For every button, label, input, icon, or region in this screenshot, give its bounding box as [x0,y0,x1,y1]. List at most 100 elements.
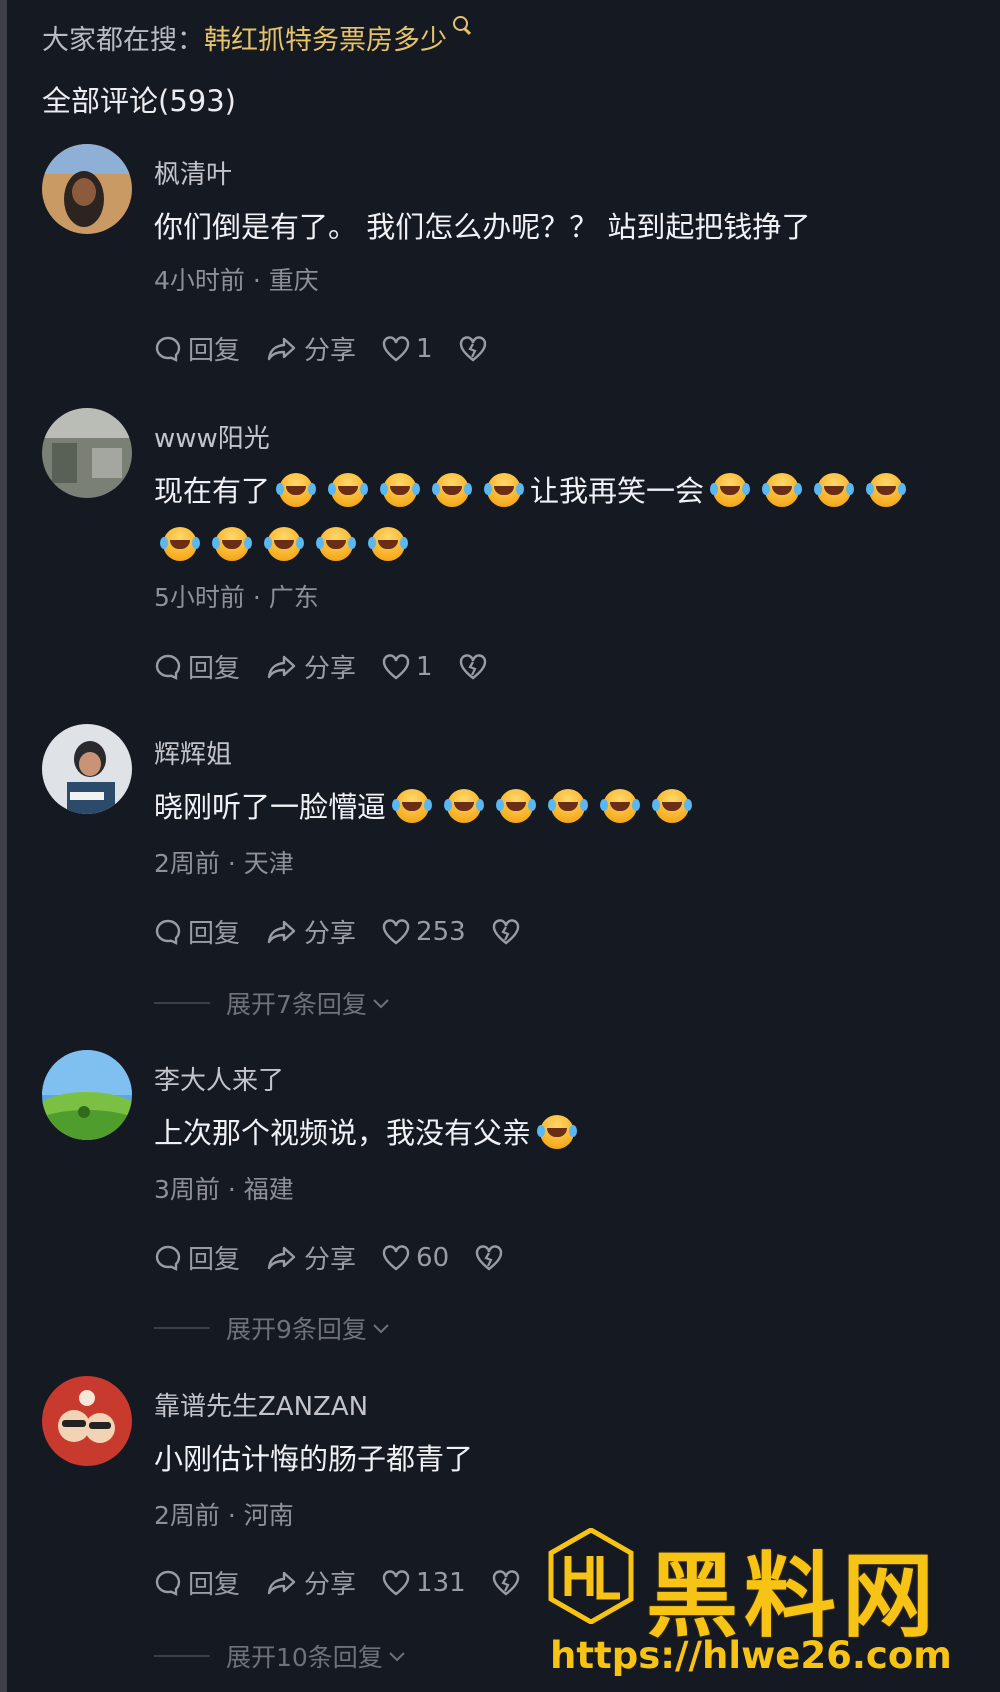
comment-username[interactable]: 枫清叶 [154,154,232,191]
share-label: 分享 [304,1245,357,1275]
hot-search-bar[interactable]: 大家都在搜：韩红抓特务票房多少 [42,16,468,57]
divider-line [154,1655,210,1657]
chevron-down-icon [389,1652,405,1662]
expand-replies-label: 展开10条回复 [226,1643,383,1672]
laughing-tears-emoji [548,789,586,823]
reply-button[interactable]: 回复 [154,1239,240,1276]
like-count: 1 [416,651,433,682]
comment-meta: 5小时前 · 广东 [154,583,319,612]
comment-meta: 2周前 · 河南 [154,1501,294,1530]
comment-username[interactable]: 靠谱先生ZANZAN [154,1386,368,1423]
avatar[interactable] [42,1376,132,1466]
expand-replies-label: 展开7条回复 [226,990,367,1019]
dislike-button[interactable] [475,1244,509,1271]
chevron-down-icon [373,1324,389,1334]
share-button[interactable]: 分享 [266,1564,356,1601]
reply-button[interactable]: 回复 [154,648,240,685]
comment-bubble-icon [155,1245,181,1271]
dislike-button[interactable] [459,335,493,362]
laughing-tears-emoji [264,527,301,561]
broken-heart-icon [475,1244,503,1271]
expand-replies-button[interactable]: 展开9条回复 [154,1310,391,1346]
share-label: 分享 [304,336,357,366]
hot-search-term[interactable]: 韩红抓特务票房多少 [204,25,447,56]
like-button[interactable]: 253 [382,917,466,947]
dislike-button[interactable] [492,918,526,945]
comment-bubble-icon [155,919,181,945]
laughing-tears-emoji [652,789,690,823]
heart-icon [382,1244,410,1271]
laughing-tears-emoji [160,527,197,561]
comment-actions: 回复 分享 131 [154,1564,552,1601]
laughing-tears-emoji [328,473,366,507]
laughing-tears-emoji [496,789,534,823]
laughing-tears-emoji [537,1115,575,1149]
comment-bubble-icon [155,336,181,362]
like-button[interactable]: 131 [382,1568,466,1598]
broken-heart-icon [492,918,519,945]
search-icon[interactable] [453,16,468,31]
comment-username[interactable]: 辉辉姐 [154,734,232,771]
laughing-tears-emoji [432,473,470,507]
reply-button[interactable]: 回复 [154,330,240,367]
comment-actions: 回复 分享 60 [154,1239,535,1276]
heart-icon [382,335,410,362]
left-edge-bar [0,0,7,1692]
avatar[interactable] [42,1050,132,1140]
expand-replies-label: 展开9条回复 [226,1315,367,1344]
like-button[interactable]: 60 [382,1243,449,1273]
divider-line [154,1327,210,1329]
share-button[interactable]: 分享 [266,913,356,950]
expand-replies-button[interactable]: 展开10条回复 [154,1638,407,1674]
expand-replies-button[interactable]: 展开7条回复 [154,985,391,1021]
comment-meta: 2周前 · 天津 [154,849,294,878]
comment-bubble-icon [155,654,181,680]
heart-icon [382,653,410,680]
reply-label: 回复 [188,1245,241,1275]
comment-username[interactable]: www阳光 [154,418,270,455]
broken-heart-icon [459,653,486,680]
hot-search-prefix: 大家都在搜： [42,25,204,56]
broken-heart-icon [492,1569,519,1596]
comment-actions: 回复 分享 1 [154,330,519,367]
reply-label: 回复 [188,1570,241,1600]
avatar[interactable] [42,724,132,814]
comment-text-part: 让我再笑一会 [530,474,705,508]
like-button[interactable]: 1 [382,652,433,682]
share-arrow-icon [267,655,296,678]
divider-line [154,1002,210,1004]
avatar[interactable] [42,144,132,234]
watermark-url: https://hlwe26.com [550,1634,952,1677]
like-count: 253 [416,916,466,947]
comment-text: 你们倒是有了。 我们怎么办呢？？ 站到起把钱挣了 [154,210,811,244]
reply-button[interactable]: 回复 [154,913,240,950]
share-button[interactable]: 分享 [266,330,356,367]
reply-label: 回复 [188,919,241,949]
share-arrow-icon [267,920,296,943]
like-count: 1 [416,333,433,364]
chevron-down-icon [373,999,389,1009]
comment-text-part: 现在有了 [154,474,271,508]
dislike-button[interactable] [492,1569,526,1596]
share-arrow-icon [267,1246,296,1269]
share-button[interactable]: 分享 [266,648,356,685]
comment-actions: 回复 分享 253 [154,913,552,950]
reply-button[interactable]: 回复 [154,1564,240,1601]
heart-icon [382,918,410,945]
laughing-tears-emoji [710,473,748,507]
share-button[interactable]: 分享 [266,1239,356,1276]
laughing-tears-emoji [276,473,314,507]
dislike-button[interactable] [459,653,493,680]
like-count: 60 [416,1242,450,1273]
comment-text-part: 上次那个视频说，我没有父亲 [154,1116,532,1150]
laughing-tears-emoji [600,789,638,823]
laughing-tears-emoji [444,789,482,823]
share-arrow-icon [267,337,296,360]
hl-logo-icon [548,1528,634,1624]
like-button[interactable]: 1 [382,334,433,364]
avatar[interactable] [42,408,132,498]
laughing-tears-emoji [866,473,904,507]
like-count: 131 [416,1567,466,1598]
comment-username[interactable]: 李大人来了 [154,1060,284,1097]
site-watermark: 黑料网 https://hlwe26.com [548,1522,988,1692]
